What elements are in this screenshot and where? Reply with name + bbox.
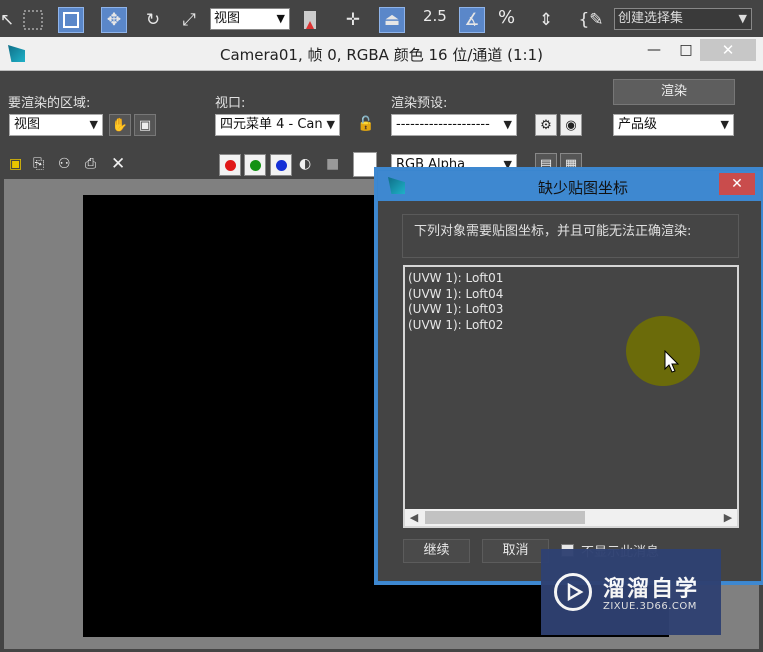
horizontal-scrollbar[interactable]: ◀ ▶ xyxy=(405,509,737,526)
close-button[interactable]: ✕ xyxy=(700,39,756,61)
missing-objects-list[interactable]: (UVW 1): Loft01 (UVW 1): Loft04 (UVW 1):… xyxy=(403,265,739,528)
render-preset-label: 渲染预设: xyxy=(391,96,448,111)
watermark-play-icon xyxy=(554,573,592,611)
watermark: 溜溜自学 ZIXUE.3D66.COM xyxy=(541,549,721,635)
list-item[interactable]: (UVW 1): Loft03 xyxy=(405,302,503,318)
percent-snap-label[interactable]: % xyxy=(498,7,515,28)
viewport-select[interactable]: 四元菜单 4 - Can ▼ xyxy=(215,114,340,136)
select-arrow-icon[interactable]: ↖ xyxy=(0,7,14,33)
window-crossing-icon[interactable] xyxy=(58,7,84,33)
main-toolbar: ↖ ✥ ↻ ⤢ 视图 ▼ ✛ ⏏ 2.5 ∡ % ⇕ {✎ 创建选择集 ▼ xyxy=(0,0,763,38)
render-quality-select[interactable]: 产品级 ▼ xyxy=(613,114,734,136)
clear-icon[interactable]: ✕ xyxy=(111,154,125,174)
dialog-close-button[interactable]: ✕ xyxy=(719,173,755,195)
missing-map-coordinates-dialog: 缺少贴图坐标 ✕ 下列对象需要贴图坐标，并且可能无法正确渲染: (UVW 1):… xyxy=(377,170,762,582)
move-icon[interactable]: ✥ xyxy=(101,7,127,33)
region-select-icon[interactable] xyxy=(20,7,46,33)
minimize-button[interactable]: — xyxy=(636,39,672,61)
green-channel-toggle[interactable] xyxy=(244,154,266,176)
dialog-message: 下列对象需要贴图坐标，并且可能无法正确渲染: xyxy=(402,214,739,258)
angle-snap-icon[interactable]: ∡ xyxy=(459,7,485,33)
scale-icon[interactable]: ⤢ xyxy=(176,7,202,33)
render-preset-select[interactable]: -------------------- ▼ xyxy=(391,114,517,136)
edit-region-icon[interactable]: ✋ xyxy=(109,114,131,136)
viewport-label: 视口: xyxy=(215,96,246,111)
area-to-render-select[interactable]: 视图 ▼ xyxy=(9,114,103,136)
auto-region-icon[interactable]: ▣ xyxy=(134,114,156,136)
mouse-cursor-icon xyxy=(664,350,680,373)
snap-toggle-label[interactable]: 2.5 xyxy=(423,7,447,25)
watermark-url: ZIXUE.3D66.COM xyxy=(603,601,697,612)
watermark-name: 溜溜自学 xyxy=(603,577,700,602)
named-selection-set-select[interactable]: 创建选择集 ▼ xyxy=(614,8,752,30)
cancel-button[interactable]: 取消 xyxy=(482,539,549,563)
maximize-button[interactable]: □ xyxy=(668,39,704,61)
3dsmax-logo-icon xyxy=(388,177,405,194)
area-to-render-label: 要渲染的区域: xyxy=(8,96,91,111)
scroll-left-icon[interactable]: ◀ xyxy=(405,509,423,526)
scroll-right-icon[interactable]: ▶ xyxy=(719,509,737,526)
continue-button[interactable]: 继续 xyxy=(403,539,470,563)
print-icon[interactable]: ⎙ xyxy=(85,156,96,172)
list-item[interactable]: (UVW 1): Loft02 xyxy=(405,318,503,334)
keyboard-shortcut-icon[interactable]: ⏏ xyxy=(379,7,405,33)
list-item[interactable]: (UVW 1): Loft01 xyxy=(405,271,503,287)
manipulate-icon[interactable]: ✛ xyxy=(340,7,366,33)
edit-named-sets-icon[interactable]: {✎ xyxy=(578,7,604,33)
save-image-icon[interactable]: ▣ xyxy=(9,156,22,172)
spinner-snap-icon[interactable]: ⇕ xyxy=(533,7,559,33)
red-channel-toggle[interactable] xyxy=(219,154,241,176)
environment-icon[interactable]: ◉ xyxy=(560,114,582,136)
lock-icon[interactable]: 🔓 xyxy=(357,116,374,132)
dialog-title: 缺少贴图坐标 xyxy=(537,179,628,197)
blue-channel-toggle[interactable] xyxy=(270,154,292,176)
cursor-highlight xyxy=(626,316,700,386)
color-swatch[interactable] xyxy=(353,152,377,177)
render-window-titlebar: Camera01, 帧 0, RGBA 颜色 16 位/通道 (1:1) — □… xyxy=(0,37,763,71)
reference-coord-select[interactable]: 视图 ▼ xyxy=(210,8,290,30)
dialog-titlebar: 缺少贴图坐标 ✕ xyxy=(378,171,761,201)
render-button[interactable]: 渲染 xyxy=(613,79,735,105)
render-setup-icon[interactable]: ⚙ xyxy=(535,114,557,136)
monochrome-icon[interactable]: ■ xyxy=(326,156,339,172)
list-item[interactable]: (UVW 1): Loft04 xyxy=(405,287,503,303)
pivot-icon[interactable] xyxy=(297,7,323,33)
scrollbar-thumb[interactable] xyxy=(425,511,585,524)
alpha-channel-icon[interactable]: ◐ xyxy=(299,156,311,172)
rotate-icon[interactable]: ↻ xyxy=(140,7,166,33)
copy-image-icon[interactable]: ⎘ xyxy=(33,156,44,172)
clone-window-icon[interactable]: ⚇ xyxy=(58,156,71,172)
